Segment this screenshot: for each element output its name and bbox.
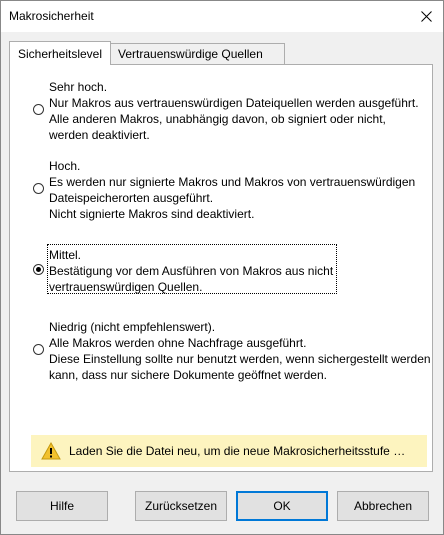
tab-label: Sicherheitslevel: [17, 46, 103, 61]
option-line: Alle anderen Makros, unabhängig davon, o…: [49, 112, 386, 126]
option-line: Alle Makros werden ohne Nachfrage ausgef…: [49, 336, 307, 350]
tab-label: Vertrauenswürdige Quellen: [118, 47, 263, 61]
option-line: Sehr hoch.: [49, 80, 108, 94]
close-icon: [420, 11, 432, 22]
option-line: kann, dass nur sichere Dokumente geöffne…: [49, 368, 327, 382]
tab-security-level[interactable]: Sicherheitslevel: [9, 41, 111, 65]
option-line: Mittel.: [49, 248, 82, 262]
window-title: Makrosicherheit: [9, 9, 94, 23]
option-line: Nicht signierte Makros sind deaktiviert.: [49, 207, 255, 221]
option-line: werden deaktiviert.: [49, 128, 150, 142]
option-line: Niedrig (nicht empfehlenswert).: [49, 320, 216, 334]
ok-button[interactable]: OK: [236, 491, 328, 521]
title-bar: Makrosicherheit: [1, 1, 443, 32]
close-button[interactable]: [409, 1, 443, 32]
option-line: Es werden nur signierte Makros und Makro…: [49, 175, 416, 189]
option-text: Sehr hoch. Nur Makros aus vertrauenswürd…: [49, 79, 419, 143]
option-line: Dateispeicherorten ausgeführt.: [49, 191, 214, 205]
option-line: Hoch.: [49, 159, 81, 173]
reset-button[interactable]: Zurücksetzen: [135, 491, 227, 521]
option-line: Diese Einstellung sollte nur benutzt wer…: [49, 352, 431, 366]
cancel-button[interactable]: Abbrechen: [337, 491, 429, 521]
help-button[interactable]: Hilfe: [16, 491, 108, 521]
option-line: vertrauenswürdigen Quellen.: [49, 280, 203, 294]
tab-strip: Sicherheitslevel Vertrauenswürdige Quell…: [9, 41, 429, 65]
option-line: Nur Makros aus vertrauenswürdigen Dateiq…: [49, 96, 419, 110]
option-text: Mittel. Bestätigung vor dem Ausführen vo…: [49, 247, 417, 295]
radio-high[interactable]: [33, 183, 44, 194]
option-text: Niedrig (nicht empfehlenswert). Alle Mak…: [49, 319, 431, 383]
reload-warning-bar: Laden Sie die Datei neu, um die neue Mak…: [31, 435, 427, 467]
option-line: Bestätigung vor dem Ausführen von Makros…: [49, 264, 334, 278]
macro-security-dialog: Makrosicherheit Sicherheitslevel Vertrau…: [0, 0, 444, 535]
radio-very-high[interactable]: [33, 104, 44, 115]
radio-medium[interactable]: [33, 264, 44, 275]
warning-triangle-icon: [41, 442, 61, 460]
button-row: Hilfe Zurücksetzen OK Abbrechen: [1, 491, 443, 523]
warning-text: Laden Sie die Datei neu, um die neue Mak…: [69, 444, 409, 458]
security-level-panel: Sehr hoch. Nur Makros aus vertrauenswürd…: [9, 64, 433, 472]
radio-low[interactable]: [33, 344, 44, 355]
tab-trusted-sources[interactable]: Vertrauenswürdige Quellen: [110, 43, 285, 64]
option-text: Hoch. Es werden nur signierte Makros und…: [49, 158, 417, 222]
